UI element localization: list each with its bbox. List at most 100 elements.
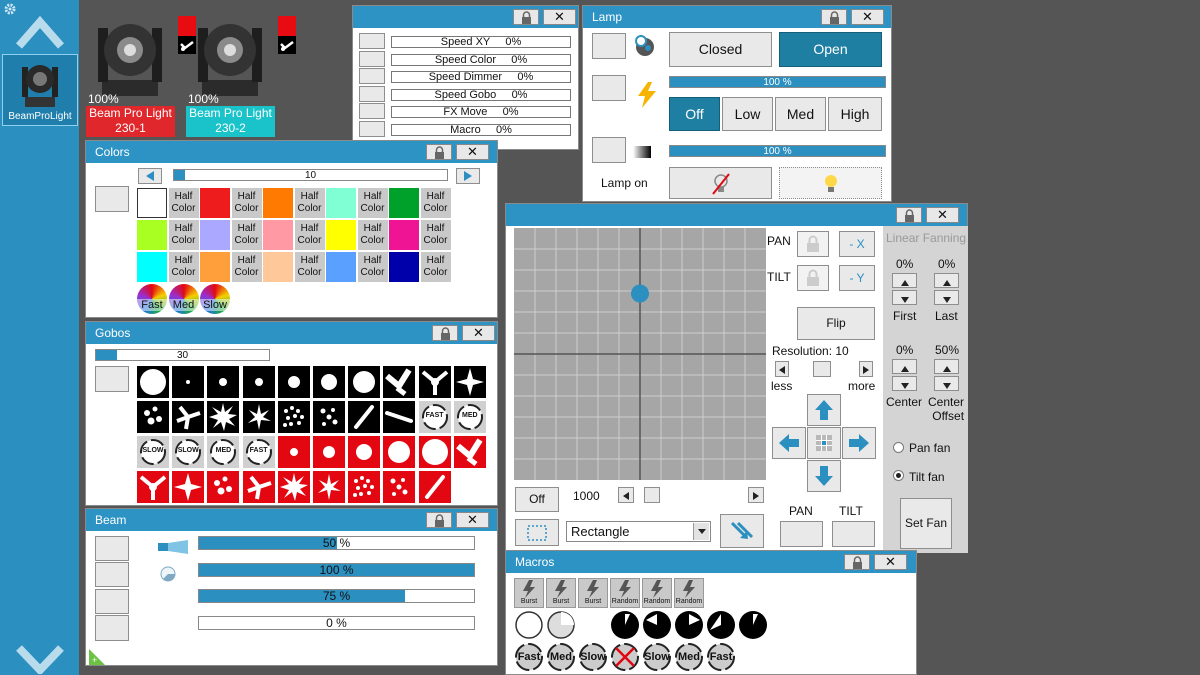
gobo-button[interactable]: [313, 471, 345, 503]
speed-row-button[interactable]: [359, 68, 385, 84]
shutter-closed-button[interactable]: Closed: [669, 32, 772, 67]
macro-shutter-button[interactable]: [546, 610, 576, 640]
gobo-button[interactable]: SLOW: [172, 436, 205, 468]
half-color-button[interactable]: Half Color: [357, 220, 388, 250]
gobo-button[interactable]: [277, 366, 310, 398]
rainbow-fast-button[interactable]: Fast: [137, 284, 167, 314]
color-prev-button[interactable]: [138, 168, 162, 184]
move-down-button[interactable]: [807, 460, 841, 492]
gobo-button[interactable]: [137, 366, 169, 398]
color-swatch[interactable]: [200, 188, 230, 218]
lamp-on-button[interactable]: [779, 167, 882, 199]
close-icon[interactable]: ✕: [456, 144, 489, 160]
macro-effect-button[interactable]: Med: [674, 642, 704, 672]
strobe-low-button[interactable]: Low: [722, 97, 773, 131]
macro-shutter-button[interactable]: [610, 610, 640, 640]
speed-row-button[interactable]: [359, 85, 385, 102]
flip-button[interactable]: Flip: [797, 307, 875, 340]
move-left-button[interactable]: [772, 427, 806, 459]
shutter-open-button[interactable]: Open: [779, 32, 882, 67]
half-color-button[interactable]: Half Color: [168, 220, 199, 250]
tilt-fan-radio[interactable]: [893, 470, 904, 481]
half-color-button[interactable]: Half Color: [231, 220, 262, 250]
first-down-button[interactable]: [892, 290, 917, 305]
lamp-dimmer-button[interactable]: [592, 137, 626, 163]
beam-button-1[interactable]: [95, 536, 129, 561]
move-up-button[interactable]: [807, 394, 841, 426]
macro-shutter-button[interactable]: [738, 610, 768, 640]
gobo-button[interactable]: [207, 471, 240, 503]
close-icon[interactable]: ✕: [456, 512, 489, 528]
resolution-less-button[interactable]: [775, 361, 789, 377]
color-swatch[interactable]: [137, 188, 167, 218]
gobo-button[interactable]: [242, 366, 275, 398]
macro-strobe-button[interactable]: Burst: [546, 578, 576, 608]
speed-row-bar[interactable]: FX Move 0%: [391, 106, 571, 118]
color-swatch[interactable]: [326, 220, 356, 250]
beam-button-2[interactable]: [95, 562, 129, 587]
last-down-button[interactable]: [934, 290, 959, 305]
shape-dropdown[interactable]: Rectangle: [566, 521, 711, 542]
beam-bar[interactable]: 0 %: [198, 615, 475, 630]
macro-strobe-button[interactable]: Random: [610, 578, 640, 608]
center-up-button[interactable]: [892, 359, 917, 374]
gobo-button[interactable]: [348, 401, 381, 433]
macro-shutter-button[interactable]: [674, 610, 704, 640]
gobo-button[interactable]: [172, 471, 205, 503]
close-icon[interactable]: ✕: [926, 207, 959, 223]
half-color-button[interactable]: Half Color: [231, 188, 262, 218]
beam-button-4[interactable]: [95, 615, 129, 641]
macro-strobe-button[interactable]: Burst: [578, 578, 608, 608]
gobo-button[interactable]: [418, 471, 451, 503]
color-swatch[interactable]: [263, 188, 293, 218]
set-fan-button[interactable]: Set Fan: [900, 498, 952, 549]
gobo-button[interactable]: [277, 436, 310, 468]
color-wheel-button[interactable]: [95, 186, 129, 212]
pan-lock-button[interactable]: [797, 231, 829, 257]
gobo-button[interactable]: [383, 401, 416, 433]
resolution-slider-thumb[interactable]: [813, 361, 831, 377]
lock-icon[interactable]: [426, 144, 452, 160]
half-color-button[interactable]: Half Color: [420, 220, 451, 250]
center-down-button[interactable]: [892, 376, 917, 391]
lamp-off-button[interactable]: [669, 167, 772, 199]
dimmer-bar[interactable]: 100 %: [669, 145, 886, 157]
effect-direction-button[interactable]: [720, 514, 764, 548]
color-swatch[interactable]: [326, 252, 356, 282]
color-swatch[interactable]: [200, 252, 230, 282]
close-icon[interactable]: ✕: [874, 554, 907, 570]
speed-row-button[interactable]: [359, 103, 385, 119]
color-swatch[interactable]: [389, 252, 419, 282]
strobe-off-button[interactable]: Off: [669, 97, 720, 131]
effect-shape-button[interactable]: [515, 519, 559, 546]
gobo-button[interactable]: [313, 436, 345, 468]
gobo-button[interactable]: [172, 401, 205, 433]
lock-icon[interactable]: [426, 512, 452, 528]
last-up-button[interactable]: [934, 273, 959, 288]
gobo-button[interactable]: [277, 401, 310, 433]
gobo-wheel-button[interactable]: [95, 366, 129, 392]
effect-off-button[interactable]: Off: [515, 487, 559, 512]
speed-row-button[interactable]: [359, 120, 385, 137]
strobe-bar[interactable]: 100 %: [669, 76, 886, 88]
half-color-button[interactable]: Half Color: [420, 252, 451, 282]
gobo-button[interactable]: [172, 366, 205, 398]
pan-tilt-pad[interactable]: [514, 228, 766, 480]
gobo-button[interactable]: MED: [453, 401, 486, 433]
offset-down-button[interactable]: [934, 376, 959, 391]
speed-slider-thumb[interactable]: [644, 487, 660, 503]
pan-fan-radio[interactable]: [893, 442, 904, 453]
gobo-button[interactable]: MED: [207, 436, 240, 468]
resolution-more-button[interactable]: [859, 361, 873, 377]
position-marker[interactable]: [631, 284, 649, 303]
color-swatch[interactable]: [263, 220, 293, 250]
lock-icon[interactable]: [896, 207, 922, 223]
speed-row-button[interactable]: [359, 50, 385, 67]
close-icon[interactable]: ✕: [851, 9, 884, 25]
chevron-down-icon[interactable]: [693, 523, 709, 540]
color-swatch[interactable]: [389, 220, 419, 250]
lock-icon[interactable]: [821, 9, 847, 25]
gobo-button[interactable]: [207, 366, 240, 398]
half-color-button[interactable]: Half Color: [294, 188, 325, 218]
half-color-button[interactable]: Half Color: [294, 252, 325, 282]
